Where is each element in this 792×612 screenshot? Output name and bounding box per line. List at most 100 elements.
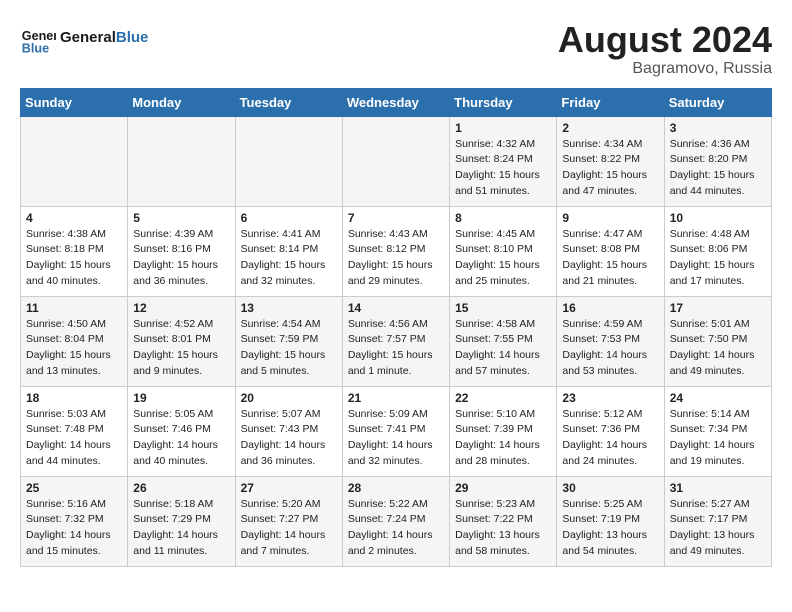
day-number: 8 xyxy=(455,211,551,225)
logo-text-general: General xyxy=(60,29,116,46)
day-info: Sunrise: 5:05 AM Sunset: 7:46 PM Dayligh… xyxy=(133,407,229,470)
weekday-header-row: SundayMondayTuesdayWednesdayThursdayFrid… xyxy=(21,88,772,116)
calendar-day-cell: 1 Sunrise: 4:32 AM Sunset: 8:24 PM Daylig… xyxy=(450,116,557,206)
day-number: 23 xyxy=(562,391,658,405)
day-info: Sunrise: 5:12 AM Sunset: 7:36 PM Dayligh… xyxy=(562,407,658,470)
calendar-day-cell: 26Sunrise: 5:18 AM Sunset: 7:29 PM Dayli… xyxy=(128,476,235,566)
calendar-empty-cell xyxy=(342,116,449,206)
calendar-day-cell: 6 Sunrise: 4:41 AM Sunset: 8:14 PM Daylig… xyxy=(235,206,342,296)
page-header: General Blue GeneralBlue August 2024 Bag… xyxy=(20,20,772,78)
calendar-day-cell: 14Sunrise: 4:56 AM Sunset: 7:57 PM Dayli… xyxy=(342,296,449,386)
day-info: Sunrise: 4:56 AM Sunset: 7:57 PM Dayligh… xyxy=(348,317,444,380)
day-info: Sunrise: 5:16 AM Sunset: 7:32 PM Dayligh… xyxy=(26,497,122,560)
calendar-week-row: 4Sunrise: 4:38 AM Sunset: 8:18 PM Daylig… xyxy=(21,206,772,296)
calendar-day-cell: 24 Sunrise: 5:14 AM Sunset: 7:34 PM Dayli… xyxy=(664,386,771,476)
calendar-day-cell: 29 Sunrise: 5:23 AM Sunset: 7:22 PM Dayli… xyxy=(450,476,557,566)
day-number: 17 xyxy=(670,301,766,315)
day-number: 24 xyxy=(670,391,766,405)
calendar-day-cell: 10 Sunrise: 4:48 AM Sunset: 8:06 PM Dayli… xyxy=(664,206,771,296)
day-info: Sunrise: 5:09 AM Sunset: 7:41 PM Dayligh… xyxy=(348,407,444,470)
calendar-day-cell: 9 Sunrise: 4:47 AM Sunset: 8:08 PM Daylig… xyxy=(557,206,664,296)
day-info: Sunrise: 4:58 AM Sunset: 7:55 PM Dayligh… xyxy=(455,317,551,380)
day-number: 18 xyxy=(26,391,122,405)
day-number: 12 xyxy=(133,301,229,315)
calendar-week-row: 18 Sunrise: 5:03 AM Sunset: 7:48 PM Dayli… xyxy=(21,386,772,476)
calendar-empty-cell xyxy=(128,116,235,206)
weekday-header-tuesday: Tuesday xyxy=(235,88,342,116)
month-year-title: August 2024 xyxy=(558,20,772,60)
day-number: 6 xyxy=(241,211,337,225)
weekday-header-sunday: Sunday xyxy=(21,88,128,116)
calendar-day-cell: 2 Sunrise: 4:34 AM Sunset: 8:22 PM Daylig… xyxy=(557,116,664,206)
weekday-header-wednesday: Wednesday xyxy=(342,88,449,116)
day-number: 11 xyxy=(26,301,122,315)
svg-text:Blue: Blue xyxy=(22,41,49,55)
day-number: 2 xyxy=(562,121,658,135)
day-number: 9 xyxy=(562,211,658,225)
calendar-week-row: 11 Sunrise: 4:50 AM Sunset: 8:04 PM Dayli… xyxy=(21,296,772,386)
day-number: 5 xyxy=(133,211,229,225)
logo-text-blue: Blue xyxy=(116,29,149,46)
day-number: 30 xyxy=(562,481,658,495)
day-info: Sunrise: 5:27 AM Sunset: 7:17 PM Dayligh… xyxy=(670,497,766,560)
weekday-header-friday: Friday xyxy=(557,88,664,116)
calendar-day-cell: 16 Sunrise: 4:59 AM Sunset: 7:53 PM Dayli… xyxy=(557,296,664,386)
calendar-day-cell: 28 Sunrise: 5:22 AM Sunset: 7:24 PM Dayli… xyxy=(342,476,449,566)
calendar-week-row: 25 Sunrise: 5:16 AM Sunset: 7:32 PM Dayli… xyxy=(21,476,772,566)
day-info: Sunrise: 5:14 AM Sunset: 7:34 PM Dayligh… xyxy=(670,407,766,470)
day-number: 22 xyxy=(455,391,551,405)
day-info: Sunrise: 4:54 AM Sunset: 7:59 PM Dayligh… xyxy=(241,317,337,380)
day-info: Sunrise: 4:45 AM Sunset: 8:10 PM Dayligh… xyxy=(455,227,551,290)
weekday-header-monday: Monday xyxy=(128,88,235,116)
calendar-day-cell: 4Sunrise: 4:38 AM Sunset: 8:18 PM Daylig… xyxy=(21,206,128,296)
calendar-day-cell: 17Sunrise: 5:01 AM Sunset: 7:50 PM Dayli… xyxy=(664,296,771,386)
calendar-week-row: 1 Sunrise: 4:32 AM Sunset: 8:24 PM Daylig… xyxy=(21,116,772,206)
day-info: Sunrise: 4:32 AM Sunset: 8:24 PM Dayligh… xyxy=(455,137,551,200)
day-info: Sunrise: 5:22 AM Sunset: 7:24 PM Dayligh… xyxy=(348,497,444,560)
day-info: Sunrise: 4:41 AM Sunset: 8:14 PM Dayligh… xyxy=(241,227,337,290)
day-info: Sunrise: 5:07 AM Sunset: 7:43 PM Dayligh… xyxy=(241,407,337,470)
day-number: 3 xyxy=(670,121,766,135)
day-number: 20 xyxy=(241,391,337,405)
day-number: 31 xyxy=(670,481,766,495)
calendar-day-cell: 25 Sunrise: 5:16 AM Sunset: 7:32 PM Dayli… xyxy=(21,476,128,566)
calendar-table: SundayMondayTuesdayWednesdayThursdayFrid… xyxy=(20,88,772,567)
calendar-day-cell: 27 Sunrise: 5:20 AM Sunset: 7:27 PM Dayli… xyxy=(235,476,342,566)
day-info: Sunrise: 5:10 AM Sunset: 7:39 PM Dayligh… xyxy=(455,407,551,470)
day-info: Sunrise: 4:59 AM Sunset: 7:53 PM Dayligh… xyxy=(562,317,658,380)
day-number: 28 xyxy=(348,481,444,495)
day-info: Sunrise: 4:47 AM Sunset: 8:08 PM Dayligh… xyxy=(562,227,658,290)
day-info: Sunrise: 4:38 AM Sunset: 8:18 PM Dayligh… xyxy=(26,227,122,290)
day-number: 7 xyxy=(348,211,444,225)
calendar-day-cell: 21 Sunrise: 5:09 AM Sunset: 7:41 PM Dayli… xyxy=(342,386,449,476)
calendar-day-cell: 15 Sunrise: 4:58 AM Sunset: 7:55 PM Dayli… xyxy=(450,296,557,386)
day-number: 29 xyxy=(455,481,551,495)
calendar-day-cell: 7Sunrise: 4:43 AM Sunset: 8:12 PM Daylig… xyxy=(342,206,449,296)
calendar-day-cell: 20 Sunrise: 5:07 AM Sunset: 7:43 PM Dayli… xyxy=(235,386,342,476)
day-info: Sunrise: 5:20 AM Sunset: 7:27 PM Dayligh… xyxy=(241,497,337,560)
weekday-header-saturday: Saturday xyxy=(664,88,771,116)
day-info: Sunrise: 5:03 AM Sunset: 7:48 PM Dayligh… xyxy=(26,407,122,470)
calendar-day-cell: 30Sunrise: 5:25 AM Sunset: 7:19 PM Dayli… xyxy=(557,476,664,566)
day-number: 25 xyxy=(26,481,122,495)
day-number: 15 xyxy=(455,301,551,315)
calendar-day-cell: 11 Sunrise: 4:50 AM Sunset: 8:04 PM Dayli… xyxy=(21,296,128,386)
day-info: Sunrise: 4:34 AM Sunset: 8:22 PM Dayligh… xyxy=(562,137,658,200)
day-info: Sunrise: 4:36 AM Sunset: 8:20 PM Dayligh… xyxy=(670,137,766,200)
calendar-day-cell: 8 Sunrise: 4:45 AM Sunset: 8:10 PM Daylig… xyxy=(450,206,557,296)
day-number: 27 xyxy=(241,481,337,495)
day-info: Sunrise: 4:39 AM Sunset: 8:16 PM Dayligh… xyxy=(133,227,229,290)
day-info: Sunrise: 5:23 AM Sunset: 7:22 PM Dayligh… xyxy=(455,497,551,560)
day-number: 16 xyxy=(562,301,658,315)
calendar-empty-cell xyxy=(235,116,342,206)
day-info: Sunrise: 4:48 AM Sunset: 8:06 PM Dayligh… xyxy=(670,227,766,290)
logo: General Blue GeneralBlue xyxy=(20,20,148,56)
day-number: 10 xyxy=(670,211,766,225)
day-number: 21 xyxy=(348,391,444,405)
day-number: 1 xyxy=(455,121,551,135)
calendar-day-cell: 19 Sunrise: 5:05 AM Sunset: 7:46 PM Dayli… xyxy=(128,386,235,476)
day-info: Sunrise: 4:52 AM Sunset: 8:01 PM Dayligh… xyxy=(133,317,229,380)
title-area: August 2024 Bagramovo, Russia xyxy=(558,20,772,78)
day-info: Sunrise: 4:50 AM Sunset: 8:04 PM Dayligh… xyxy=(26,317,122,380)
day-number: 19 xyxy=(133,391,229,405)
